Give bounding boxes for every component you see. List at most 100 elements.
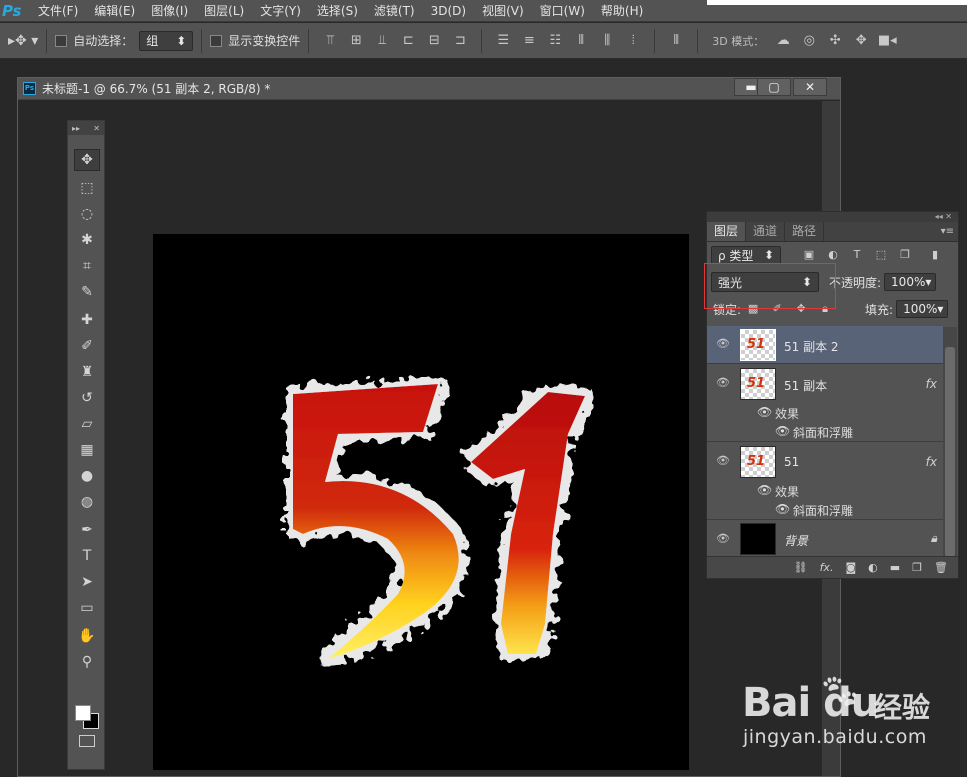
menu-image[interactable]: 图像(I) <box>143 0 196 22</box>
effect-bevel-emboss[interactable]: 斜面和浮雕 <box>793 502 853 519</box>
visibility-eye-icon[interactable]: 👁︎ <box>715 337 731 350</box>
3d-slide-icon[interactable]: ✥ <box>851 31 871 51</box>
distribute-left-icon[interactable]: ⦀ <box>571 31 591 51</box>
filter-adjustment-icon[interactable]: ◐ <box>825 248 841 262</box>
fx-icon[interactable]: fx <box>926 455 937 469</box>
type-tool[interactable]: T <box>74 545 100 567</box>
3d-pan-icon[interactable]: ✣ <box>825 31 845 51</box>
menu-window[interactable]: 窗口(W) <box>532 0 593 22</box>
effect-bevel-emboss[interactable]: 斜面和浮雕 <box>793 424 853 441</box>
tab-channels[interactable]: 通道 <box>746 222 786 241</box>
3d-rotate-icon[interactable]: ☁ <box>773 31 793 51</box>
eraser-tool[interactable]: ▱ <box>74 413 100 435</box>
panel-menu-icon[interactable]: ▾≡ <box>941 222 958 241</box>
healing-brush-tool[interactable]: ✚ <box>74 309 100 331</box>
layer-row-51-copy-2[interactable]: 👁︎ 51 51 副本 2 <box>707 326 943 364</box>
align-bottom-icon[interactable]: ⫫ <box>372 31 392 51</box>
align-top-icon[interactable]: ⫪ <box>320 31 340 51</box>
layer-row-51[interactable]: 👁︎ 51 51 fx 👁︎ 效果 👁︎ 斜面和浮雕 <box>707 443 943 520</box>
tools-panel-header[interactable]: ▸▸ ✕ <box>68 121 104 135</box>
rectangle-tool[interactable]: ▭ <box>74 597 100 619</box>
new-group-icon[interactable]: ▬ <box>890 561 900 574</box>
align-left-icon[interactable]: ⊏ <box>398 31 418 51</box>
close-button[interactable]: ✕ <box>793 78 827 96</box>
fill-field[interactable]: 100% ▾ <box>896 300 949 318</box>
document-titlebar[interactable]: Ps 未标题-1 @ 66.7% (51 副本 2, RGB/8) * <box>18 78 840 100</box>
align-vcenter-icon[interactable]: ⊞ <box>346 31 366 51</box>
auto-select-checkbox[interactable] <box>55 34 68 47</box>
color-swatches[interactable] <box>73 701 101 731</box>
restore-button[interactable]: ▢ <box>757 78 791 96</box>
history-brush-tool[interactable]: ↺ <box>74 387 100 409</box>
menu-edit[interactable]: 编辑(E) <box>86 0 143 22</box>
menu-3d[interactable]: 3D(D) <box>423 0 474 22</box>
effect-eye-icon[interactable]: 👁︎ <box>775 424 790 438</box>
hand-tool[interactable]: ✋ <box>74 625 100 647</box>
fx-icon[interactable]: fx <box>926 377 937 391</box>
3d-camera-icon[interactable]: ■◂ <box>877 31 897 51</box>
foreground-color-swatch[interactable] <box>75 705 91 721</box>
clone-stamp-tool[interactable]: ♜ <box>74 361 100 383</box>
align-hcenter-icon[interactable]: ⊟ <box>424 31 444 51</box>
filter-pixel-icon[interactable]: ▣ <box>801 248 817 262</box>
magic-wand-tool[interactable]: ✱ <box>74 229 100 251</box>
filter-shape-icon[interactable]: ⬚ <box>873 248 889 262</box>
menu-layer[interactable]: 图层(L) <box>196 0 252 22</box>
tab-layers[interactable]: 图层 <box>707 222 747 241</box>
quick-mask-icon[interactable] <box>79 735 95 747</box>
visibility-eye-icon[interactable]: 👁︎ <box>715 376 731 389</box>
lasso-tool[interactable]: ◌ <box>74 203 100 225</box>
menu-file[interactable]: 文件(F) <box>30 0 86 22</box>
distribute-hcenter-icon[interactable]: ⫼ <box>597 31 617 51</box>
chevron-down-icon[interactable]: ▾ <box>925 275 931 289</box>
move-tool-preset-icon[interactable]: ▸✥ ▾ <box>8 33 38 49</box>
collapse-icon[interactable]: ▸▸ <box>72 124 80 133</box>
layers-scrollbar[interactable] <box>943 327 957 559</box>
effects-label-icon[interactable]: 👁︎ <box>757 483 772 497</box>
crop-tool[interactable]: ⌗ <box>74 255 100 277</box>
menu-help[interactable]: 帮助(H) <box>593 0 651 22</box>
filter-smart-object-icon[interactable]: ❐ <box>897 248 913 262</box>
tab-paths[interactable]: 路径 <box>785 222 825 241</box>
brush-tool[interactable]: ✐ <box>74 335 100 357</box>
chevron-down-icon[interactable]: ▾ <box>937 302 943 316</box>
blur-tool[interactable]: ● <box>74 465 100 487</box>
panel-collapse-bar[interactable]: ◂◂ ✕ <box>707 212 958 222</box>
move-tool[interactable]: ✥ <box>74 149 100 171</box>
menu-select[interactable]: 选择(S) <box>309 0 366 22</box>
show-transform-checkbox[interactable] <box>210 34 223 47</box>
filter-kind-dropdown[interactable]: ρ 类型 ⬍ <box>711 246 781 264</box>
distribute-bottom-icon[interactable]: ☷ <box>545 31 565 51</box>
delete-layer-icon[interactable]: 🗑︎ <box>934 561 948 574</box>
3d-roll-icon[interactable]: ◎ <box>799 31 819 51</box>
effects-label-icon[interactable]: 👁︎ <box>757 405 772 419</box>
distribute-right-icon[interactable]: ⦙ <box>623 31 643 51</box>
path-selection-tool[interactable]: ➤ <box>74 571 100 593</box>
effect-eye-icon[interactable]: 👁︎ <box>775 502 790 516</box>
dodge-tool[interactable]: ◍ <box>74 491 100 513</box>
align-right-icon[interactable]: ⊐ <box>450 31 470 51</box>
menu-type[interactable]: 文字(Y) <box>252 0 309 22</box>
new-adjustment-icon[interactable]: ◐ <box>868 561 878 574</box>
distribute-vcenter-icon[interactable]: ≡ <box>519 31 539 51</box>
add-mask-icon[interactable]: ◙ <box>845 561 856 574</box>
menu-view[interactable]: 视图(V) <box>474 0 532 22</box>
filter-type-icon[interactable]: T <box>849 248 865 262</box>
close-icon[interactable]: ✕ <box>93 124 100 133</box>
layer-row-background[interactable]: 👁︎ 背景 🔒︎ <box>707 521 943 557</box>
menu-filter[interactable]: 滤镜(T) <box>366 0 423 22</box>
filter-toggle-icon[interactable]: ▮ <box>927 248 943 262</box>
visibility-eye-icon[interactable]: 👁︎ <box>715 532 731 545</box>
auto-select-dropdown[interactable]: 组 ⬍ <box>139 30 194 51</box>
visibility-eye-icon[interactable]: 👁︎ <box>715 454 731 467</box>
scrollbar-thumb[interactable] <box>945 347 955 557</box>
auto-align-icon[interactable]: ⫴ <box>666 31 686 51</box>
canvas[interactable] <box>153 234 689 770</box>
distribute-top-icon[interactable]: ☰ <box>493 31 513 51</box>
opacity-field[interactable]: 100% ▾ <box>884 273 937 291</box>
layer-row-51-copy[interactable]: 👁︎ 51 51 副本 fx 👁︎ 效果 👁︎ 斜面和浮雕 <box>707 365 943 442</box>
marquee-tool[interactable]: ⬚ <box>74 177 100 199</box>
pen-tool[interactable]: ✒ <box>74 519 100 541</box>
zoom-tool[interactable]: ⚲ <box>74 651 100 673</box>
add-style-icon[interactable]: fx. <box>820 561 834 574</box>
